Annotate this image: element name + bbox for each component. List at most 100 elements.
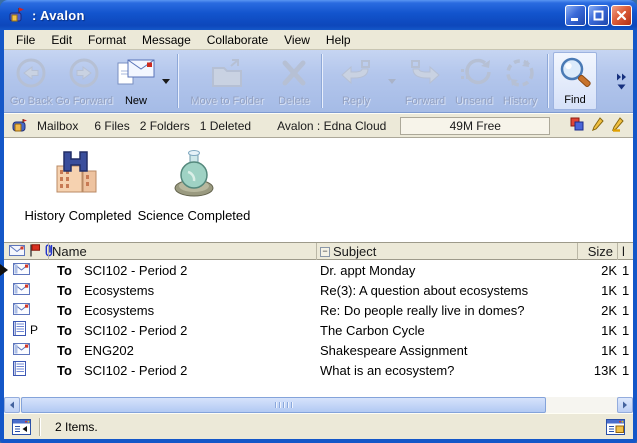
size-cell: 1K: [577, 323, 617, 338]
reply-icon: [335, 52, 377, 95]
history-label: History: [503, 95, 537, 107]
scroll-right-button[interactable]: [617, 397, 633, 413]
maximize-button[interactable]: [588, 5, 609, 26]
recipient-name: SCI102 - Period 2: [84, 263, 187, 278]
message-envelope-icon: [13, 343, 30, 358]
menu-bar: FileEditFormatMessageCollaborateViewHelp: [4, 30, 633, 50]
menu-file[interactable]: File: [8, 32, 43, 48]
scrollbar-thumb[interactable]: [21, 397, 546, 413]
size-cell: 1K: [577, 283, 617, 298]
split-pane-left-icon[interactable]: [12, 419, 31, 435]
history-button[interactable]: History: [497, 52, 543, 110]
go-forward-button[interactable]: Go Forward: [55, 52, 113, 110]
toolbar-overflow-chevron-icon[interactable]: [612, 53, 630, 109]
message-type-column-icon: [9, 244, 25, 259]
collapse-minus-icon[interactable]: −: [320, 247, 330, 257]
column-header-subject[interactable]: − Subject: [316, 243, 577, 260]
recipient-cell: ToEcosystems: [48, 283, 316, 298]
delete-button[interactable]: Delete: [271, 52, 317, 110]
toolbar-separator: [547, 54, 549, 108]
split-pane-right-icon[interactable]: [606, 419, 625, 435]
title-bar[interactable]: : Avalon: [0, 0, 637, 30]
message-row[interactable]: ToENG202Shakespeare Assignment1K1: [4, 340, 633, 360]
menu-format[interactable]: Format: [80, 32, 134, 48]
go-forward-label: Go Forward: [55, 95, 113, 107]
message-row[interactable]: PToSCI102 - Period 2The Carbon Cycle1K1: [4, 320, 633, 340]
go-back-button[interactable]: Go Back: [7, 52, 55, 110]
forward-button[interactable]: Forward: [399, 52, 451, 110]
layers-icon[interactable]: [570, 117, 585, 135]
menu-help[interactable]: Help: [318, 32, 359, 48]
move-to-folder-icon: [207, 52, 247, 95]
new-message-icon: [115, 52, 157, 95]
to-label: To: [57, 363, 79, 378]
recipient-cell: To SCI102 - Period 2: [48, 323, 316, 338]
message-envelope-icon: [13, 303, 30, 318]
to-label: To: [57, 263, 79, 278]
size-cell: 13K: [577, 363, 617, 378]
icon-panel: History Completed Science Completed: [4, 138, 633, 242]
avalon-window: : Avalon FileEditFormatMessageCollaborat…: [0, 0, 637, 443]
desktop-icon-science-completed[interactable]: Science Completed: [138, 148, 250, 223]
subject-cell: Re(3): A question about ecosystems: [316, 283, 577, 298]
signature-pencil-icon[interactable]: [611, 117, 625, 135]
message-list: ToSCI102 - Period 2Dr. appt Monday2K1ToE…: [4, 260, 633, 397]
toolbar-separator: [177, 54, 179, 108]
menu-view[interactable]: View: [276, 32, 318, 48]
recipient-cell: To SCI102 - Period 2: [48, 263, 316, 278]
move-to-folder-button[interactable]: Move to Folder: [183, 52, 271, 110]
recipient-name: ENG202: [84, 343, 134, 358]
message-envelope-icon: [13, 283, 30, 298]
close-button[interactable]: [611, 5, 632, 26]
menu-edit[interactable]: Edit: [43, 32, 80, 48]
toolbar: Go BackGo Forward New Move to Folder Delete…: [4, 50, 633, 113]
to-label: To: [57, 303, 79, 318]
find-icon: [555, 53, 595, 94]
go-forward-icon: [65, 52, 103, 95]
delete-label: Delete: [278, 95, 310, 107]
column-header-size[interactable]: Size: [577, 243, 617, 260]
truncated-cell: 1: [617, 263, 633, 278]
message-row[interactable]: ToSCI102 - Period 2What is an ecosystem?…: [4, 360, 633, 380]
size-cell: 2K: [577, 303, 617, 318]
horizontal-scrollbar: [4, 397, 633, 413]
account-label: Avalon : Edna Cloud: [277, 119, 386, 133]
new-label: New: [125, 95, 147, 107]
subject-cell: The Carbon Cycle: [316, 323, 577, 338]
find-label: Find: [564, 94, 585, 106]
desktop-icon-label: History Completed: [25, 208, 132, 223]
free-space-indicator: 49M Free: [400, 117, 550, 135]
message-row[interactable]: ToEcosystemsRe: Do people really live in…: [4, 300, 633, 320]
unsend-button[interactable]: Unsend: [451, 52, 497, 110]
reply-button[interactable]: Reply: [327, 52, 385, 110]
message-row[interactable]: ToEcosystemsRe(3): A question about ecos…: [4, 280, 633, 300]
column-header-name[interactable]: Name: [48, 243, 316, 260]
unsend-label: Unsend: [455, 95, 493, 107]
reply-dropdown-arrow[interactable]: [385, 52, 399, 110]
message-row[interactable]: ToSCI102 - Period 2Dr. appt Monday2K1: [4, 260, 633, 280]
new-dropdown-arrow[interactable]: [159, 52, 173, 110]
to-label: To: [57, 343, 79, 358]
recipient-name: Ecosystems: [84, 303, 154, 318]
pencil-icon[interactable]: [592, 117, 604, 135]
to-label: To: [57, 283, 79, 298]
recipient-name: SCI102 - Period 2: [84, 323, 187, 338]
priority-flag: P: [30, 323, 38, 337]
window-content: FileEditFormatMessageCollaborateViewHelp…: [4, 30, 633, 439]
to-label: To: [57, 323, 79, 338]
truncated-cell: 1: [617, 303, 633, 318]
list-header: Name − Subject Size l: [4, 242, 633, 260]
menu-collaborate[interactable]: Collaborate: [199, 32, 276, 48]
mailbox-flag-icon: [8, 7, 26, 23]
subject-cell: Shakespeare Assignment: [316, 343, 577, 358]
forward-icon: [404, 52, 446, 95]
header-icon-columns[interactable]: [4, 243, 48, 260]
scrollbar-track[interactable]: [20, 397, 617, 413]
new-button[interactable]: New: [113, 52, 159, 110]
scroll-left-button[interactable]: [4, 397, 20, 413]
desktop-icon-history-completed[interactable]: History Completed: [22, 148, 134, 223]
minimize-button[interactable]: [565, 5, 586, 26]
menu-message[interactable]: Message: [134, 32, 199, 48]
find-button[interactable]: Find: [553, 52, 597, 110]
column-header-truncated[interactable]: l: [617, 243, 633, 260]
